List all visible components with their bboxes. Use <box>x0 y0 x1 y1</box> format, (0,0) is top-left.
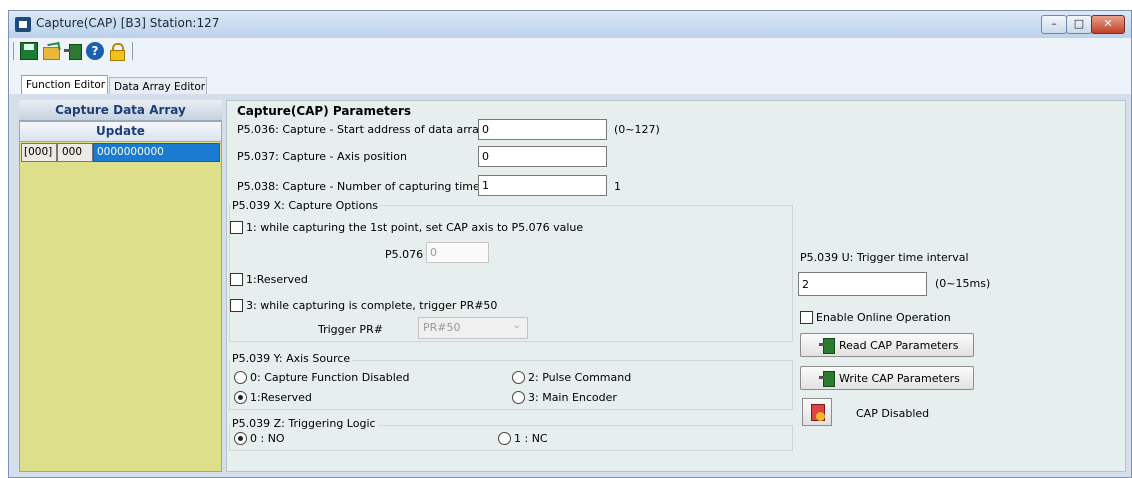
toolbar-separator <box>13 42 14 60</box>
trigger-pr-label: Trigger PR# <box>318 323 383 336</box>
triggering-logic-title: P5.039 Z: Triggering Logic <box>230 417 378 430</box>
p5076-label: P5.076 <box>385 248 424 261</box>
trigger-pr-dropdown[interactable]: PR#50 ⌄ <box>418 317 528 339</box>
read-cap-parameters-button[interactable]: Read CAP Parameters <box>800 333 974 357</box>
trigger-logic-label-nc: 1 : NC <box>514 432 548 445</box>
capture-data-array-header: Capture Data Array <box>19 100 222 121</box>
minimize-button[interactable]: – <box>1041 15 1067 34</box>
update-button[interactable]: Update <box>19 121 222 142</box>
read-icon <box>819 338 835 354</box>
toolbar <box>9 38 1131 64</box>
toolbar-separator <box>132 42 133 60</box>
p5038-suffix: 1 <box>614 180 621 193</box>
write-cap-parameters-button[interactable]: Write CAP Parameters <box>800 366 974 390</box>
cap-status-icon[interactable] <box>802 398 832 426</box>
minimize-icon: – <box>1051 17 1057 30</box>
app-logo-icon <box>15 17 31 32</box>
axis-source-group <box>229 360 793 410</box>
read-cap-parameters-label: Read CAP Parameters <box>839 339 959 352</box>
communication-icon[interactable] <box>64 42 82 60</box>
p5038-label: P5.038: Capture - Number of capturing ti… <box>237 180 486 193</box>
write-icon <box>819 371 835 387</box>
option3-checkbox[interactable] <box>230 299 243 312</box>
axis-source-label-3: 3: Main Encoder <box>528 391 617 404</box>
p5037-input[interactable]: 0 <box>478 146 607 167</box>
enable-online-label: Enable Online Operation <box>816 311 951 324</box>
axis-source-title: P5.039 Y: Axis Source <box>230 352 353 365</box>
tab-data-array-editor[interactable]: Data Array Editor <box>109 77 207 94</box>
lock-icon[interactable] <box>108 42 126 61</box>
axis-source-label-0: 0: Capture Function Disabled <box>250 371 410 384</box>
p5076-input[interactable]: 0 <box>426 242 489 263</box>
trigger-interval-input[interactable]: 2 <box>798 272 927 296</box>
enable-online-checkbox[interactable] <box>800 311 813 324</box>
array-row-index[interactable]: [000] <box>21 143 57 162</box>
p5038-input[interactable]: 1 <box>478 175 607 196</box>
option3-label: 3: while capturing is complete, trigger … <box>246 299 498 312</box>
axis-source-label-1: 1:Reserved <box>250 391 312 404</box>
trigger-interval-label: P5.039 U: Trigger time interval <box>800 251 969 264</box>
capture-options-title: P5.039 X: Capture Options <box>230 199 381 212</box>
axis-source-radio-2[interactable] <box>512 371 525 384</box>
chevron-down-icon: ⌄ <box>512 320 521 331</box>
help-icon[interactable]: ? <box>86 42 104 60</box>
p5036-input[interactable]: 0 <box>478 119 607 140</box>
axis-source-radio-3[interactable] <box>512 391 525 404</box>
maximize-button[interactable]: □ <box>1066 15 1092 34</box>
trigger-logic-radio-nc[interactable] <box>498 432 511 445</box>
array-row-address[interactable]: 000 <box>57 143 93 162</box>
close-icon: ✕ <box>1103 17 1113 30</box>
close-button[interactable]: ✕ <box>1091 15 1125 34</box>
save-icon[interactable] <box>20 42 38 60</box>
axis-source-label-2: 2: Pulse Command <box>528 371 632 384</box>
p5036-label: P5.036: Capture - Start address of data … <box>237 123 486 136</box>
write-cap-parameters-label: Write CAP Parameters <box>839 372 960 385</box>
axis-source-radio-0[interactable] <box>234 371 247 384</box>
open-folder-icon[interactable] <box>42 42 60 60</box>
option2-checkbox[interactable] <box>230 273 243 286</box>
trigger-pr-value: PR#50 <box>423 321 461 334</box>
tab-function-editor[interactable]: Function Editor <box>21 75 108 94</box>
option1-checkbox[interactable] <box>230 221 243 234</box>
cap-status-label: CAP Disabled <box>856 407 930 420</box>
array-row-value[interactable]: 0000000000 <box>93 143 220 162</box>
option2-label: 1:Reserved <box>246 273 308 286</box>
trigger-logic-radio-no[interactable] <box>234 432 247 445</box>
parameters-title: Capture(CAP) Parameters <box>237 104 412 118</box>
trigger-logic-label-no: 0 : NO <box>250 432 285 445</box>
option1-label: 1: while capturing the 1st point, set CA… <box>246 221 584 234</box>
maximize-icon: □ <box>1073 17 1085 30</box>
window-title: Capture(CAP) [B3] Station:127 <box>36 16 220 30</box>
p5036-range: (0~127) <box>614 123 660 136</box>
axis-source-radio-1[interactable] <box>234 391 247 404</box>
p5037-label: P5.037: Capture - Axis position <box>237 150 407 163</box>
trigger-interval-range: (0~15ms) <box>935 277 991 290</box>
